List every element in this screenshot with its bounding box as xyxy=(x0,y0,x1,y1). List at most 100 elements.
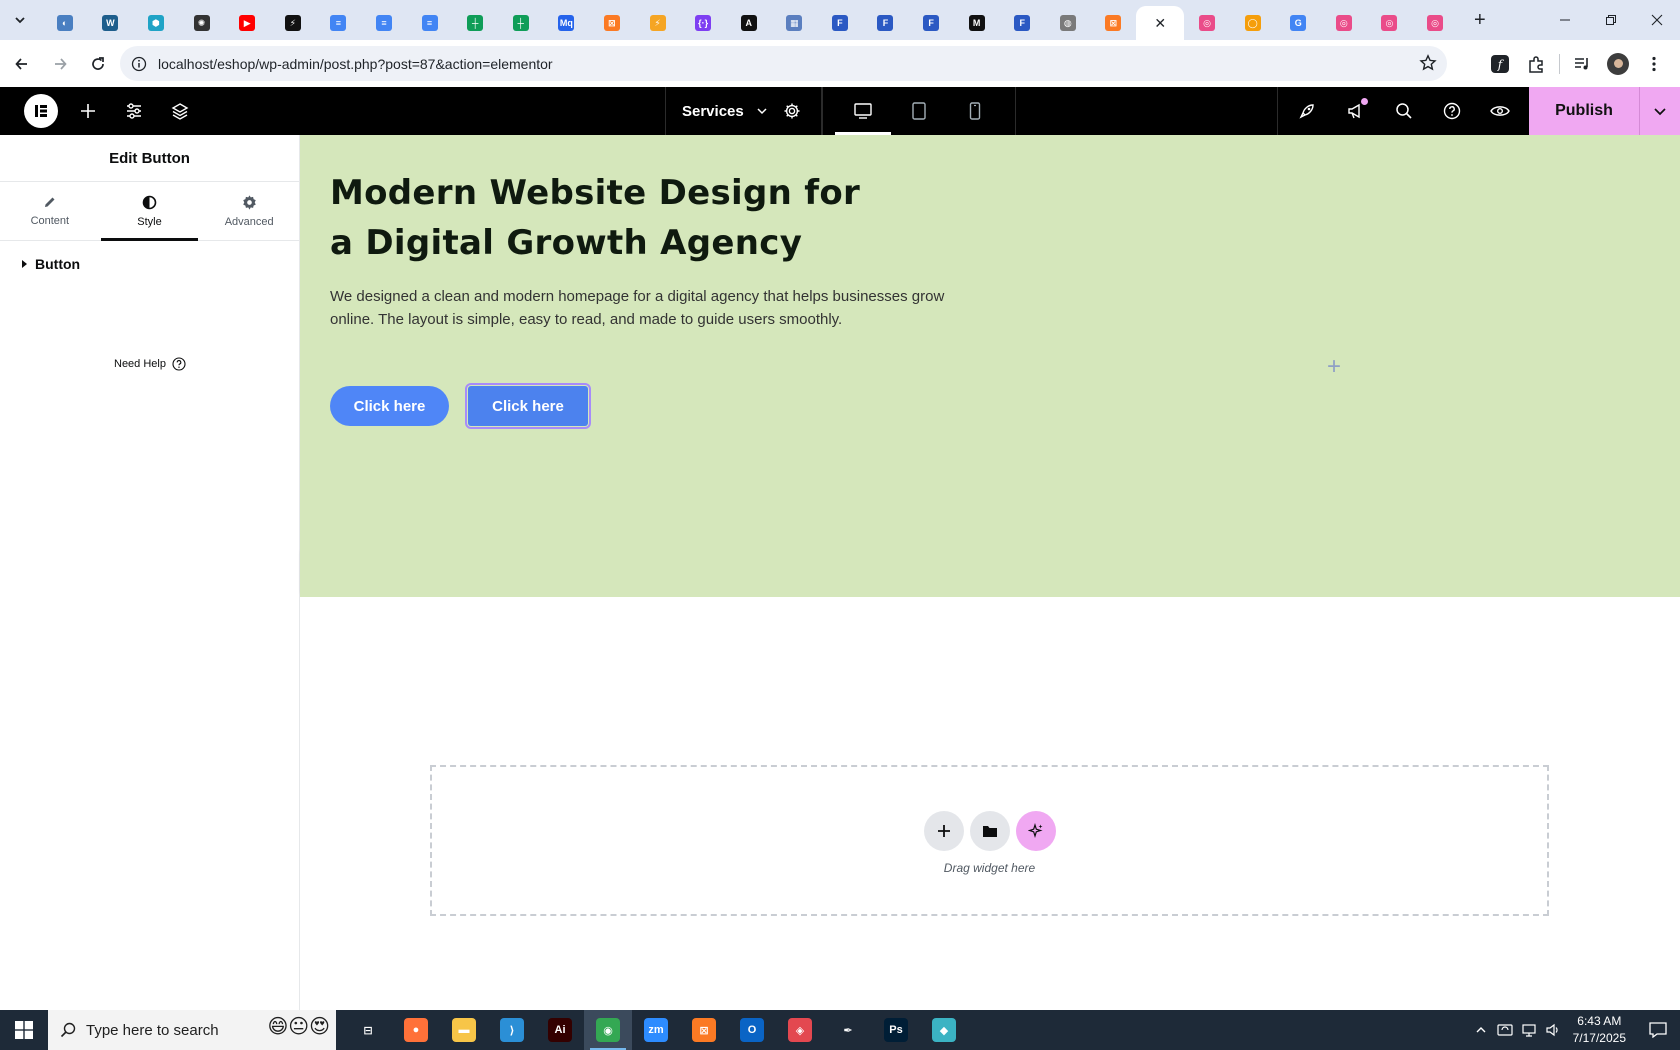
pencil-icon xyxy=(43,195,57,209)
browser-tab[interactable]: ◎ xyxy=(1367,6,1413,40)
browser-tab[interactable]: A xyxy=(726,6,772,40)
volume-icon[interactable] xyxy=(1541,1022,1565,1038)
ai-sparkle-icon[interactable] xyxy=(1015,810,1056,851)
taskbar-app[interactable]: Ai xyxy=(536,1010,584,1050)
page-settings-gear-icon[interactable] xyxy=(772,87,812,135)
browser-tab-active[interactable]: ✕ xyxy=(1136,6,1185,40)
hero-heading[interactable]: Modern Website Design for a Digital Grow… xyxy=(330,168,890,268)
launch-rocket-icon[interactable] xyxy=(1287,87,1327,135)
address-bar[interactable]: localhost/eshop/wp-admin/post.php?post=8… xyxy=(120,46,1447,81)
profile-avatar[interactable] xyxy=(1600,46,1636,81)
desktop-view-icon[interactable] xyxy=(835,87,891,135)
start-windows-icon[interactable] xyxy=(0,1010,48,1050)
add-column-plus-icon[interactable]: + xyxy=(1327,353,1341,381)
taskbar-clock[interactable]: 6:43 AM 7/17/2025 xyxy=(1573,1013,1626,1047)
browser-tab[interactable]: F xyxy=(908,6,954,40)
browser-tab[interactable]: ▶ xyxy=(224,6,270,40)
new-tab-button[interactable]: + xyxy=(1466,6,1494,34)
mobile-view-icon[interactable] xyxy=(947,87,1003,135)
section-button-toggle[interactable]: Button xyxy=(0,241,299,287)
browser-tab[interactable]: ◍ xyxy=(1045,6,1091,40)
browser-tab[interactable]: ┼ xyxy=(452,6,498,40)
browser-tab[interactable]: ⊠ xyxy=(1091,6,1137,40)
browser-tab[interactable]: ≡ xyxy=(316,6,362,40)
browser-tab[interactable]: ≡ xyxy=(407,6,453,40)
taskbar-app[interactable]: ⊟ xyxy=(344,1010,392,1050)
taskbar-app[interactable]: ◉ xyxy=(584,1010,632,1050)
browser-tab[interactable]: ⬢ xyxy=(133,6,179,40)
tab-content[interactable]: Content xyxy=(0,182,100,240)
media-controls-icon[interactable] xyxy=(1564,46,1600,81)
site-settings-icon[interactable] xyxy=(114,87,154,135)
browser-tab[interactable]: ◐ xyxy=(42,6,88,40)
update-icon[interactable] xyxy=(1493,1022,1517,1038)
browser-tab[interactable]: ▦ xyxy=(772,6,818,40)
whats-new-megaphone-icon[interactable] xyxy=(1336,87,1376,135)
taskbar-app[interactable]: Ps xyxy=(872,1010,920,1050)
tab-search-button[interactable] xyxy=(6,6,34,34)
notifications-icon[interactable] xyxy=(1636,1010,1680,1050)
taskbar-app[interactable]: ◈ xyxy=(776,1010,824,1050)
finder-search-icon[interactable] xyxy=(1384,87,1424,135)
network-icon[interactable] xyxy=(1517,1022,1541,1038)
taskbar-app[interactable]: ● xyxy=(392,1010,440,1050)
preview-eye-icon[interactable] xyxy=(1480,87,1520,135)
browser-tab[interactable]: F xyxy=(817,6,863,40)
extensions-icon[interactable] xyxy=(1518,46,1554,81)
taskbar-app[interactable]: ✒ xyxy=(824,1010,872,1050)
hero-section[interactable]: Modern Website Design for a Digital Grow… xyxy=(300,135,1680,597)
browser-tab[interactable]: ◯ xyxy=(1230,6,1276,40)
structure-layers-icon[interactable] xyxy=(160,87,200,135)
reload-button[interactable] xyxy=(82,48,114,80)
restore-button[interactable] xyxy=(1588,0,1634,40)
browser-tab[interactable]: W xyxy=(88,6,134,40)
taskbar-app[interactable]: ⟩ xyxy=(488,1010,536,1050)
publish-button[interactable]: Publish xyxy=(1529,87,1639,135)
browser-tab[interactable]: ⚡ xyxy=(270,6,316,40)
browser-tab[interactable]: ≡ xyxy=(361,6,407,40)
site-info-icon[interactable] xyxy=(124,56,154,72)
forward-button[interactable] xyxy=(44,48,76,80)
taskbar-app[interactable]: O xyxy=(728,1010,776,1050)
browser-tab[interactable]: M xyxy=(954,6,1000,40)
taskbar-app[interactable]: ⊠ xyxy=(680,1010,728,1050)
add-section-dropzone[interactable]: Drag widget here xyxy=(430,765,1549,916)
chevron-up-icon[interactable] xyxy=(1469,1024,1493,1036)
browser-tab[interactable]: ◎ xyxy=(1184,6,1230,40)
font-extension-icon[interactable]: f xyxy=(1482,46,1518,81)
help-icon[interactable] xyxy=(1432,87,1472,135)
need-help-link[interactable]: Need Help xyxy=(0,357,300,371)
taskbar-app[interactable]: ▬ xyxy=(440,1010,488,1050)
taskbar-app[interactable]: zm xyxy=(632,1010,680,1050)
elementor-logo-button[interactable] xyxy=(24,94,58,128)
close-window-button[interactable] xyxy=(1634,0,1680,40)
tab-advanced[interactable]: Advanced xyxy=(199,182,299,240)
hero-paragraph[interactable]: We designed a clean and modern homepage … xyxy=(330,285,970,331)
browser-tab[interactable]: ◎ xyxy=(1412,6,1458,40)
browser-tab[interactable]: ⊠ xyxy=(589,6,635,40)
cta-button-primary[interactable]: Click here xyxy=(330,386,449,426)
back-button[interactable] xyxy=(6,48,38,80)
template-library-folder-icon[interactable] xyxy=(969,810,1010,851)
tab-style[interactable]: Style xyxy=(100,182,200,241)
cta-button-selected[interactable]: Click here xyxy=(465,383,591,429)
browser-tab[interactable]: ⚡ xyxy=(635,6,681,40)
browser-tab[interactable]: {·} xyxy=(680,6,726,40)
browser-tab[interactable]: Mq xyxy=(544,6,590,40)
browser-tab[interactable]: F xyxy=(863,6,909,40)
browser-tab[interactable]: G xyxy=(1275,6,1321,40)
browser-tab[interactable]: F xyxy=(999,6,1045,40)
tablet-view-icon[interactable] xyxy=(891,87,947,135)
taskbar-app[interactable]: ◆ xyxy=(920,1010,968,1050)
close-tab-icon[interactable]: ✕ xyxy=(1154,15,1166,32)
browser-tab[interactable]: ✺ xyxy=(179,6,225,40)
browser-tab[interactable]: ◎ xyxy=(1321,6,1367,40)
add-section-plus-icon[interactable] xyxy=(923,810,964,851)
chrome-menu-icon[interactable] xyxy=(1636,46,1672,81)
minimize-button[interactable] xyxy=(1542,0,1588,40)
add-element-button[interactable] xyxy=(68,87,108,135)
browser-tab[interactable]: ┼ xyxy=(498,6,544,40)
taskbar-search-box[interactable]: Type here to search 😄😐😍 xyxy=(48,1010,336,1050)
bookmark-star-icon[interactable] xyxy=(1419,54,1437,72)
publish-options-button[interactable] xyxy=(1639,87,1680,135)
